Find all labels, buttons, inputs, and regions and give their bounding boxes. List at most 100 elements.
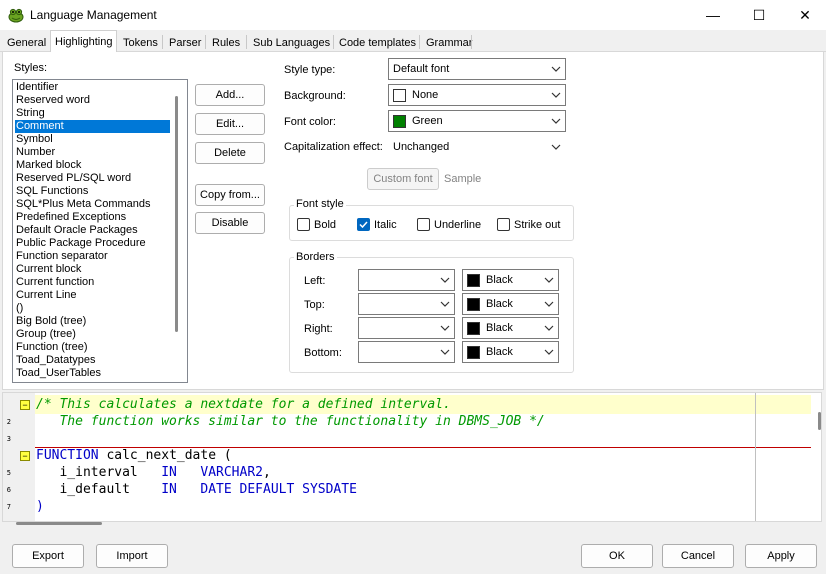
underline-checkbox[interactable]: Underline bbox=[417, 218, 481, 231]
export-button[interactable]: Export bbox=[12, 544, 84, 568]
tab-code-templates[interactable]: Code templates bbox=[334, 33, 421, 52]
tab-highlighting[interactable]: Highlighting bbox=[50, 30, 118, 53]
list-item[interactable]: Group (tree) bbox=[15, 328, 170, 341]
list-item[interactable]: SQL Functions bbox=[15, 185, 170, 198]
strike-out-checkbox[interactable]: Strike out bbox=[497, 218, 560, 231]
list-item[interactable]: Big Bold (tree) bbox=[15, 315, 170, 328]
capitalization-value: Unchanged bbox=[393, 141, 450, 153]
apply-button[interactable]: Apply bbox=[745, 544, 817, 568]
maximize-button[interactable]: ☐ bbox=[736, 0, 782, 30]
checkbox-box[interactable] bbox=[417, 218, 430, 231]
border-right-style-dropdown[interactable] bbox=[358, 317, 455, 339]
list-item[interactable]: Reserved PL/SQL word bbox=[15, 172, 170, 185]
chevron-down-icon bbox=[547, 59, 565, 79]
list-item[interactable]: Current function bbox=[15, 276, 170, 289]
list-item[interactable]: Reserved word bbox=[15, 94, 170, 107]
list-item[interactable]: Function (tree) bbox=[15, 341, 170, 354]
checkbox-box-checked[interactable] bbox=[357, 218, 370, 231]
code-token: The function works similar to the functi… bbox=[36, 414, 545, 429]
fold-collapse-icon[interactable]: − bbox=[20, 400, 30, 410]
tab-separator bbox=[205, 35, 206, 49]
list-item[interactable]: Default Oracle Packages bbox=[15, 224, 170, 237]
delete-button[interactable]: Delete bbox=[195, 142, 265, 164]
ok-button[interactable]: OK bbox=[581, 544, 653, 568]
tab-grammar[interactable]: Grammar bbox=[421, 33, 477, 52]
code-line-comment-1: /* This calculates a nextdate for a defi… bbox=[36, 396, 451, 413]
list-item[interactable]: Function separator bbox=[15, 250, 170, 263]
capitalization-dropdown[interactable]: Unchanged bbox=[388, 136, 566, 158]
close-button[interactable]: ✕ bbox=[782, 0, 826, 30]
code-token: ) bbox=[36, 499, 44, 514]
border-bottom-color-dropdown[interactable]: Black bbox=[462, 341, 559, 363]
code-line-param-2: i_default IN DATE DEFAULT SYSDATE bbox=[36, 481, 356, 498]
color-swatch bbox=[467, 297, 480, 311]
list-item[interactable]: Number bbox=[15, 146, 170, 159]
color-swatch bbox=[467, 273, 480, 287]
editor-horizontal-scrollbar-thumb[interactable] bbox=[16, 522, 102, 525]
list-item[interactable]: Toad_Datatypes bbox=[15, 354, 170, 367]
tab-parser[interactable]: Parser bbox=[164, 33, 206, 52]
list-item[interactable]: Identifier bbox=[15, 81, 170, 94]
copy-from-button[interactable]: Copy from... bbox=[195, 184, 265, 206]
code-preview-editor[interactable]: 2 3 5 6 7 − − /* This calculates a nextd… bbox=[2, 392, 822, 522]
border-right-color-value: Black bbox=[486, 322, 513, 334]
border-left-label: Left: bbox=[304, 275, 326, 287]
code-token: i_default bbox=[36, 482, 162, 497]
border-top-color-dropdown[interactable]: Black bbox=[462, 293, 559, 315]
font-color-dropdown[interactable]: Green bbox=[388, 110, 566, 132]
border-left-style-dropdown[interactable] bbox=[358, 269, 455, 291]
border-right-color-dropdown[interactable]: Black bbox=[462, 317, 559, 339]
border-left-color-value: Black bbox=[486, 274, 513, 286]
cancel-button[interactable]: Cancel bbox=[662, 544, 734, 568]
code-token: VARCHAR2 bbox=[200, 465, 263, 480]
border-bottom-color-value: Black bbox=[486, 346, 513, 358]
chevron-down-icon bbox=[436, 294, 454, 314]
chevron-down-icon bbox=[540, 270, 558, 290]
tab-tokens[interactable]: Tokens bbox=[118, 33, 163, 52]
edit-button[interactable]: Edit... bbox=[195, 113, 265, 135]
fold-collapse-icon[interactable]: − bbox=[20, 451, 30, 461]
list-item[interactable]: String bbox=[15, 107, 170, 120]
list-item[interactable]: Current Line bbox=[15, 289, 170, 302]
list-item-selected[interactable]: Comment bbox=[15, 120, 170, 133]
tab-rules[interactable]: Rules bbox=[207, 33, 245, 52]
border-bottom-style-dropdown[interactable] bbox=[358, 341, 455, 363]
list-item[interactable]: Symbol bbox=[15, 133, 170, 146]
checkbox-box[interactable] bbox=[497, 218, 510, 231]
line-number: 6 bbox=[6, 486, 11, 494]
chevron-down-icon bbox=[540, 294, 558, 314]
list-item[interactable]: () bbox=[15, 302, 170, 315]
maximize-icon: ☐ bbox=[752, 6, 766, 23]
list-item[interactable]: Predefined Exceptions bbox=[15, 211, 170, 224]
editor-vertical-scrollbar-thumb[interactable] bbox=[818, 412, 821, 430]
list-item[interactable]: Public Package Procedure bbox=[15, 237, 170, 250]
font-style-title: Font style bbox=[294, 198, 346, 210]
styles-listbox[interactable]: Identifier Reserved word String Comment … bbox=[12, 79, 188, 383]
list-item[interactable]: Current block bbox=[15, 263, 170, 276]
list-item[interactable]: Marked block bbox=[15, 159, 170, 172]
import-button[interactable]: Import bbox=[96, 544, 168, 568]
tab-sub-languages[interactable]: Sub Languages bbox=[248, 33, 335, 52]
border-top-style-dropdown[interactable] bbox=[358, 293, 455, 315]
bold-label: Bold bbox=[314, 218, 337, 231]
background-dropdown[interactable]: None bbox=[388, 84, 566, 106]
tab-general[interactable]: General bbox=[2, 33, 51, 52]
style-type-dropdown[interactable]: Default font bbox=[388, 58, 566, 80]
disable-button[interactable]: Disable bbox=[195, 212, 265, 234]
bold-checkbox[interactable]: Bold bbox=[297, 218, 336, 231]
code-token: FUNCTION bbox=[36, 448, 99, 463]
list-item[interactable]: SQL*Plus Meta Commands bbox=[15, 198, 170, 211]
strike-out-label: Strike out bbox=[514, 218, 561, 231]
list-item[interactable]: Toad_UserTables bbox=[15, 367, 170, 380]
tab-separator bbox=[419, 35, 420, 49]
checkmark-icon bbox=[359, 221, 368, 228]
minimize-button[interactable]: — bbox=[690, 0, 736, 30]
checkbox-box[interactable] bbox=[297, 218, 310, 231]
add-button[interactable]: Add... bbox=[195, 84, 265, 106]
capitalization-label: Capitalization effect: bbox=[284, 141, 383, 153]
italic-checkbox[interactable]: Italic bbox=[357, 218, 397, 231]
border-left-color-dropdown[interactable]: Black bbox=[462, 269, 559, 291]
styles-scrollbar-thumb[interactable] bbox=[175, 96, 178, 332]
custom-font-button[interactable]: Custom font bbox=[367, 168, 439, 190]
